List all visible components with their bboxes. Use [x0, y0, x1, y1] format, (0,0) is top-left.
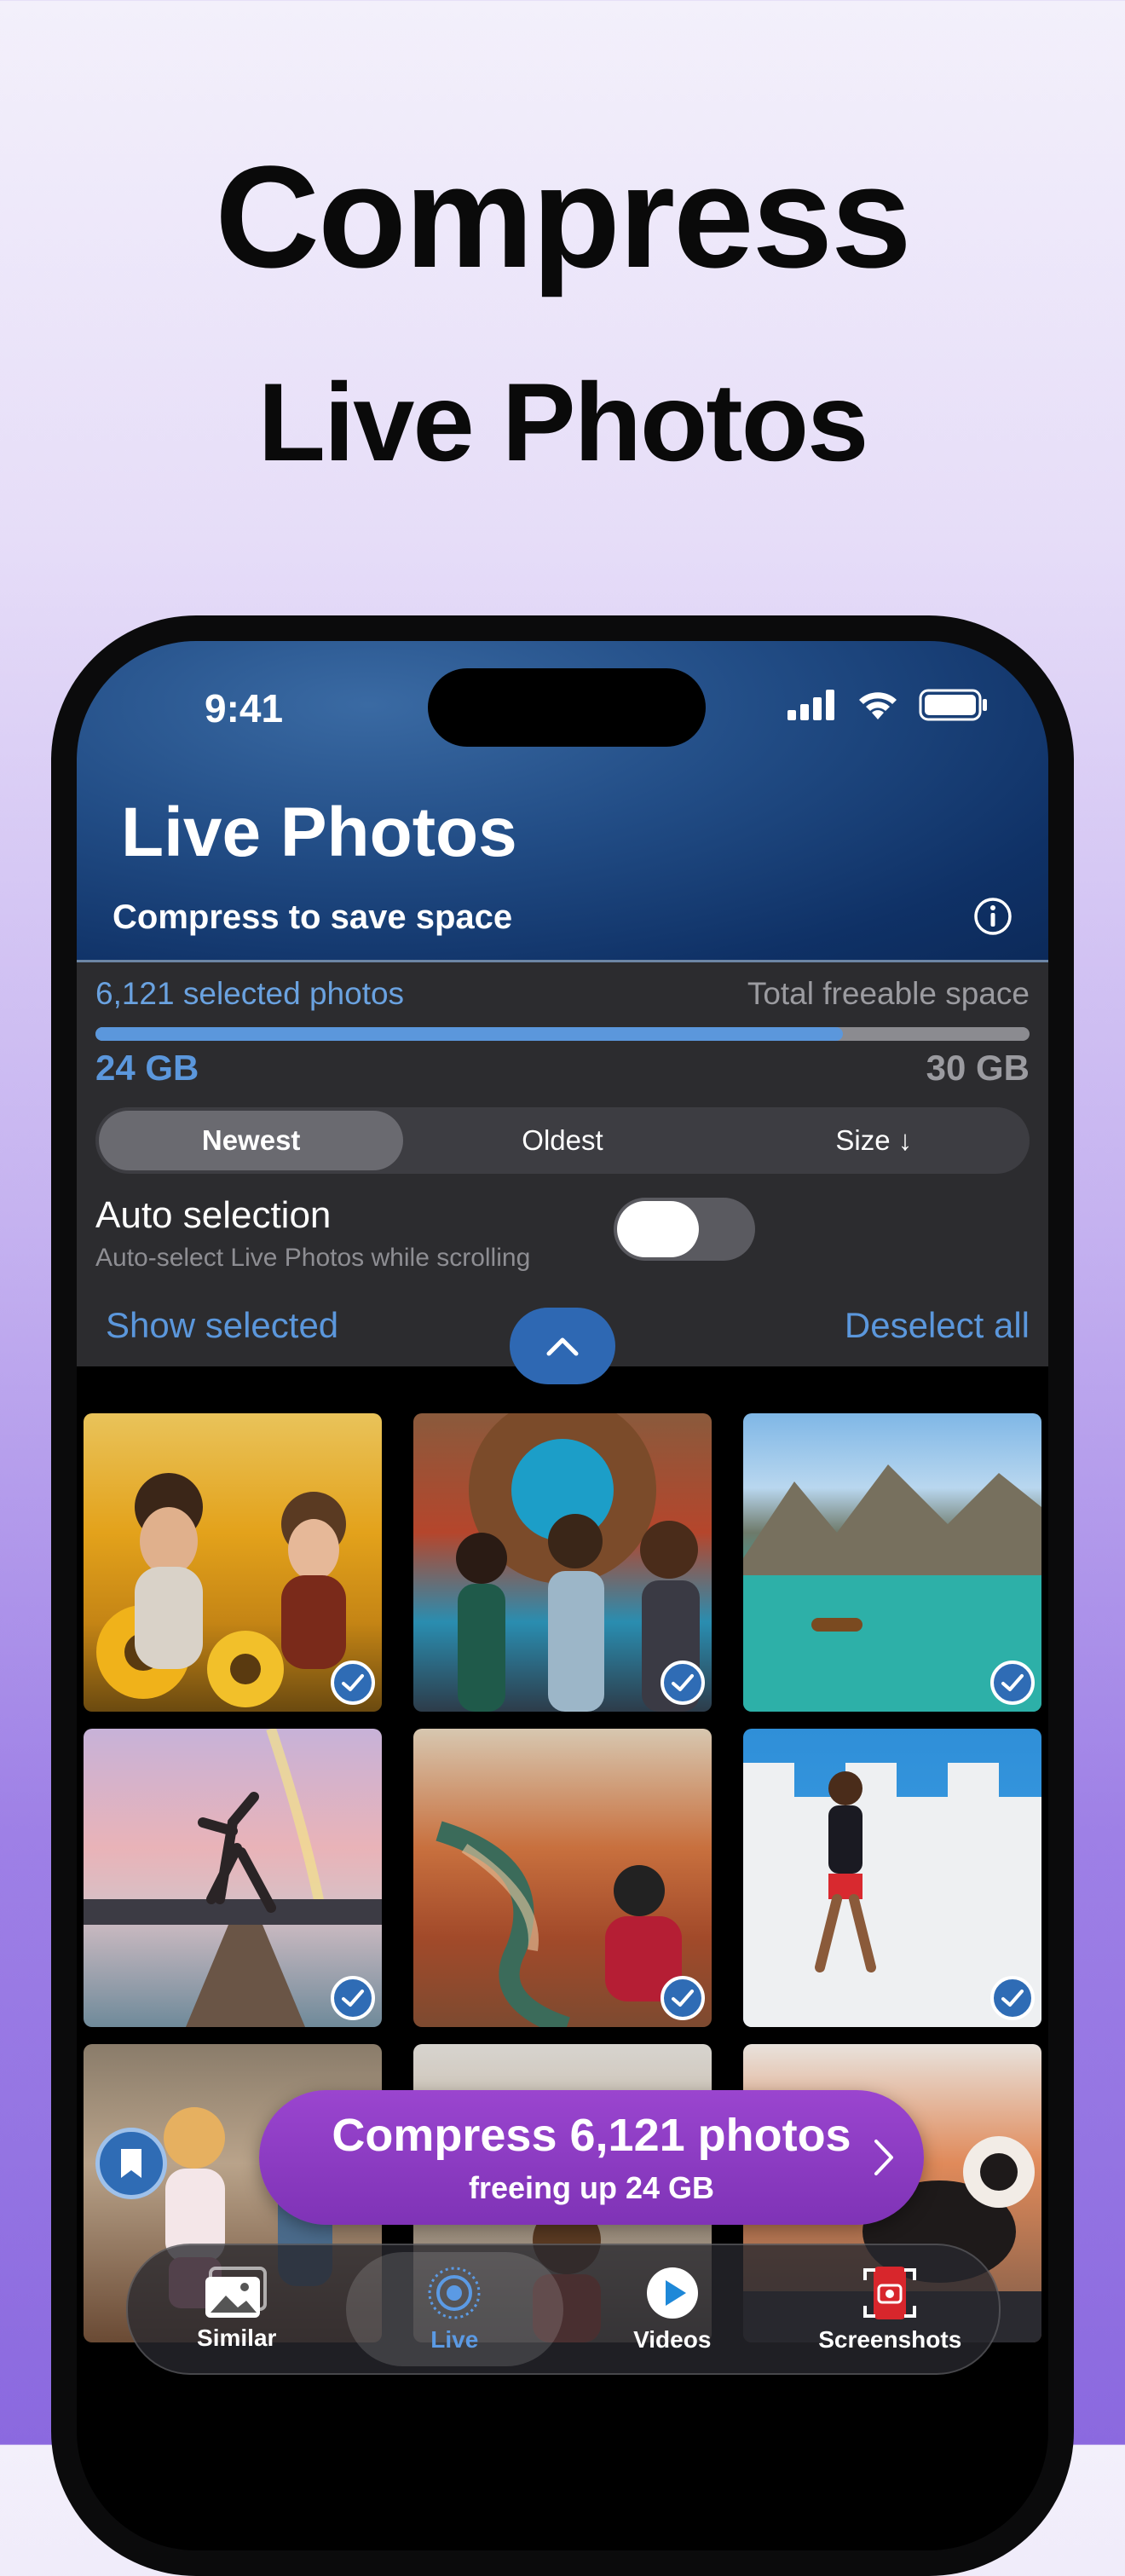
sort-segmented-control: Newest Oldest Size ↓: [95, 1107, 1030, 1174]
show-selected-button[interactable]: Show selected: [106, 1305, 338, 1346]
screenshot-icon: [863, 2267, 917, 2319]
selected-check-icon: [331, 1976, 375, 2020]
tab-screenshots[interactable]: Screenshots: [782, 2245, 1000, 2373]
selected-check-icon: [661, 1661, 705, 1705]
tab-label: Screenshots: [818, 2326, 962, 2353]
dynamic-island: [428, 668, 706, 747]
total-freeable-label: Total freeable space: [747, 976, 1030, 1011]
photo-tile[interactable]: [413, 1729, 712, 2027]
sort-oldest[interactable]: Oldest: [410, 1111, 714, 1170]
photo-tile[interactable]: [413, 1413, 712, 1712]
collapse-panel-button[interactable]: [510, 1308, 615, 1384]
auto-selection-toggle[interactable]: [614, 1198, 755, 1261]
selected-check-icon: [331, 1661, 375, 1705]
info-icon[interactable]: [973, 897, 1012, 940]
tab-live[interactable]: Live: [345, 2252, 563, 2366]
compress-button-label: Compress 6,121 photos: [332, 2110, 851, 2161]
sort-newest[interactable]: Newest: [99, 1111, 404, 1170]
sort-size[interactable]: Size ↓: [722, 1111, 1026, 1170]
page-subtitle: Compress to save space: [112, 898, 513, 936]
favorites-button[interactable]: [95, 2128, 167, 2199]
freeable-progress-bar: [95, 1027, 1030, 1041]
tab-similar[interactable]: Similar: [128, 2245, 346, 2373]
tab-bar: Similar Live Videos Screenshots: [126, 2244, 1001, 2375]
photos-icon: [205, 2267, 267, 2318]
battery-icon: [919, 689, 987, 721]
selection-panel: 6,121 selected photos Total freeable spa…: [77, 960, 1048, 1366]
selected-check-icon: [990, 1976, 1035, 2020]
live-photo-icon: [428, 2267, 481, 2319]
headline-compress: Compress: [215, 136, 911, 298]
play-icon: [646, 2267, 698, 2319]
wifi-icon: [859, 692, 897, 719]
compress-button[interactable]: Compress 6,121 photos freeing up 24 GB: [259, 2090, 924, 2225]
tab-videos[interactable]: Videos: [563, 2245, 782, 2373]
freeable-progress-fill: [95, 1027, 843, 1041]
photo-tile[interactable]: [743, 1729, 1041, 2027]
status-icons: [788, 689, 989, 721]
selected-check-icon: [661, 1976, 705, 2020]
cellular-icon: [788, 690, 834, 720]
tab-label: Similar: [197, 2325, 277, 2351]
status-time: 9:41: [205, 686, 284, 731]
tab-label: Videos: [633, 2326, 712, 2353]
tab-label: Live: [430, 2326, 479, 2353]
headline-live-photos: Live Photos: [257, 360, 869, 484]
selected-size: 24 GB: [95, 1048, 199, 1088]
auto-selection-title: Auto selection: [95, 1194, 332, 1236]
toggle-knob: [617, 1201, 699, 1257]
deselect-all-button[interactable]: Deselect all: [845, 1305, 1030, 1346]
page-title: Live Photos: [121, 794, 517, 871]
chevron-right-icon: [874, 2140, 893, 2175]
photo-tile[interactable]: [743, 1413, 1041, 1712]
total-size: 30 GB: [926, 1048, 1030, 1088]
selected-check-icon: [990, 1661, 1035, 1705]
bookmark-icon: [121, 2149, 141, 2178]
selected-count-label: 6,121 selected photos: [95, 976, 405, 1011]
chevron-up-icon: [546, 1337, 579, 1356]
auto-selection-subtitle: Auto-select Live Photos while scrolling: [95, 1244, 531, 1272]
phone-frame: 9:41 Live Photos Compress to save space: [51, 615, 1074, 2576]
phone-screen: 9:41 Live Photos Compress to save space: [77, 641, 1048, 2550]
compress-button-sublabel: freeing up 24 GB: [468, 2170, 715, 2205]
photo-tile[interactable]: [84, 1413, 382, 1712]
photo-tile[interactable]: [84, 1729, 382, 2027]
